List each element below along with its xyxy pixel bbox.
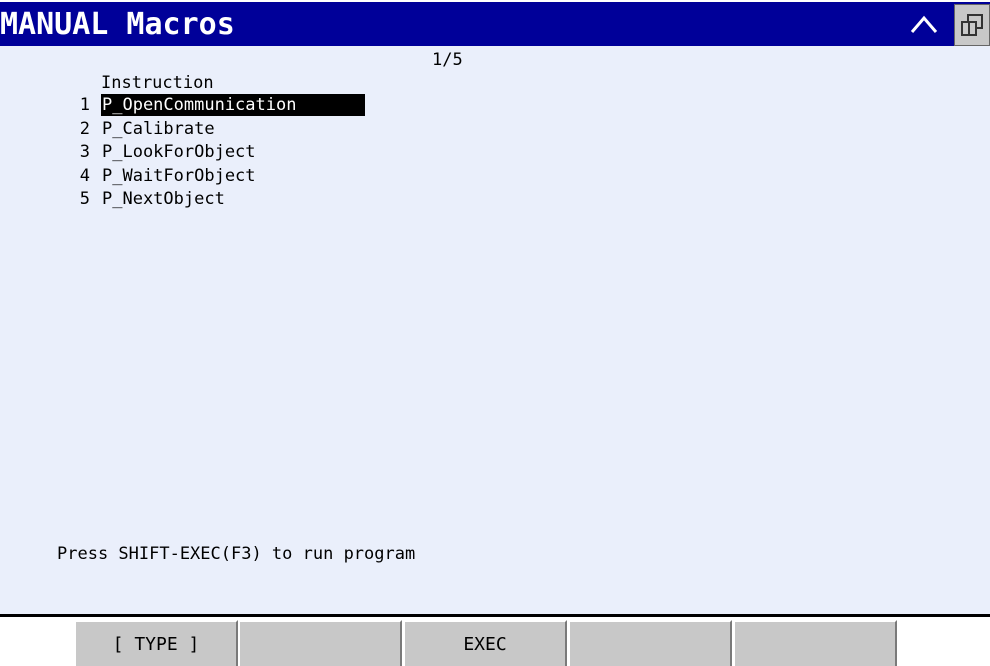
- row-number: 4: [79, 166, 90, 186]
- list-item[interactable]: 4 P_WaitForObject: [0, 165, 990, 187]
- window-toggle-button[interactable]: [954, 4, 990, 46]
- function-key-bar: [ TYPE ] EXEC: [0, 617, 990, 666]
- row-label: P_NextObject: [102, 189, 225, 209]
- list-item[interactable]: 3 P_LookForObject: [0, 141, 990, 163]
- f2-button[interactable]: [238, 620, 402, 666]
- title-bar: MANUAL Macros: [0, 0, 990, 46]
- status-message: Press SHIFT-EXEC(F3) to run program: [57, 544, 416, 564]
- column-header-instruction: Instruction: [101, 73, 214, 93]
- row-number: 2: [79, 119, 90, 139]
- main-content: 1/5 Instruction 1 P_OpenCommunication 2 …: [0, 46, 990, 614]
- list-item[interactable]: 5 P_NextObject: [0, 188, 990, 210]
- page-title: MANUAL Macros: [0, 7, 235, 42]
- row-label: P_Calibrate: [102, 119, 215, 139]
- row-number: 1: [79, 95, 90, 115]
- list-item[interactable]: 1 P_OpenCommunication: [0, 94, 990, 116]
- f5-button[interactable]: [733, 620, 897, 666]
- up-button[interactable]: [900, 6, 948, 44]
- f3-exec-button[interactable]: EXEC: [403, 620, 567, 666]
- row-number: 3: [79, 142, 90, 162]
- row-label: P_WaitForObject: [102, 166, 256, 186]
- f1-type-button[interactable]: [ TYPE ]: [74, 620, 238, 666]
- window-toggle-icon: [961, 14, 983, 36]
- f4-button[interactable]: [568, 620, 732, 666]
- row-number: 5: [79, 189, 90, 209]
- page-indicator: 1/5: [432, 50, 463, 70]
- row-label: P_LookForObject: [102, 142, 256, 162]
- list-item[interactable]: 2 P_Calibrate: [0, 118, 990, 140]
- caret-up-icon: [910, 15, 938, 33]
- row-label: P_OpenCommunication: [101, 94, 365, 116]
